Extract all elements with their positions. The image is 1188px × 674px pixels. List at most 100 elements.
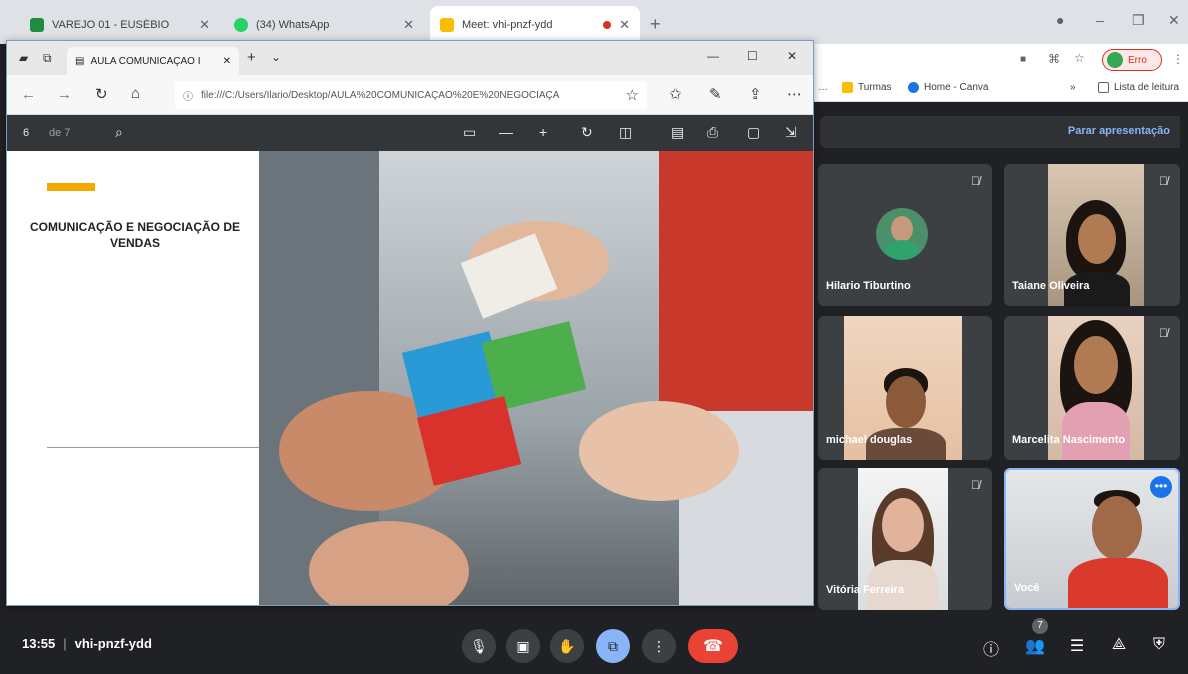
present-now-button[interactable]: ⧉ (596, 629, 630, 663)
meet-controls-bar: 13:55 | vhi-pnzf-ydd 🎙 ▣ ✋ ⧉ ⋮ ☎ ⓘ 👥 ☰ ⟁ ⛨ (0, 612, 1188, 674)
new-tab-button[interactable]: + (650, 14, 661, 35)
participant-name: Vitória Ferreira (826, 584, 905, 596)
grid-icon[interactable]: ⌘ (1048, 52, 1060, 66)
microphone-icon: 🎙 (470, 637, 488, 654)
puzzle-hands-photo (259, 151, 813, 605)
favorites-icon[interactable]: ✩ (669, 85, 682, 103)
chat-icon[interactable]: ☰ (1066, 636, 1088, 656)
new-tab-button[interactable]: + (247, 49, 256, 66)
print-icon[interactable]: ⎙ (707, 124, 718, 141)
meet-icon (440, 18, 454, 32)
pdf-page: COMUNICAÇÃO E NEGOCIAÇÃO DE VENDAS (7, 151, 813, 605)
participant-tile[interactable]: michael douglas (818, 316, 992, 460)
participant-tile[interactable]: 🎙̸ Marcelita Nascimento (1004, 316, 1180, 460)
account-circle-icon[interactable]: ● (1056, 12, 1064, 28)
participant-tile[interactable]: 🎙̸ Vitória Ferreira (818, 468, 992, 610)
reading-list-icon (1098, 82, 1109, 93)
pdf-toolbar: 6 de 7 ⌕ ▭ — + ↻ ◫ ▤ ⎙ ▢ ⇲ (7, 115, 813, 151)
tab-title: AULA COMUNICAÇÃO I (90, 55, 201, 67)
camera-icon[interactable]: ■ (1020, 54, 1026, 65)
share-icon[interactable]: ⇪ (749, 85, 762, 103)
fit-page-icon[interactable]: ▭ (463, 124, 476, 141)
participant-tile[interactable]: 🎙̸ Hilario Tiburtino (818, 164, 992, 306)
info-icon[interactable]: ⓘ (980, 636, 1002, 660)
more-dots-icon[interactable]: ⋯ (787, 85, 802, 103)
forward-arrow-icon[interactable]: → (57, 86, 72, 103)
page-total: de 7 (49, 127, 71, 139)
avatar (1107, 52, 1123, 68)
present-screen-icon: ⧉ (608, 637, 618, 654)
search-icon[interactable]: ⌕ (115, 124, 123, 141)
zoom-out-icon[interactable]: — (499, 124, 513, 140)
back-arrow-icon[interactable]: ← (21, 86, 36, 103)
phone-hangup-icon: ☎ (703, 638, 723, 655)
minimize-button[interactable]: — (707, 49, 719, 63)
close-icon[interactable]: ✕ (403, 17, 414, 33)
participant-name: michael douglas (826, 434, 913, 446)
more-options-button[interactable]: ⋮ (642, 629, 676, 663)
chrome-tab-varejo[interactable]: VAREJO 01 - EUSÉBIO ✕ (20, 6, 220, 44)
menu-dots-icon[interactable]: ⋮ (1172, 52, 1184, 66)
rotate-icon[interactable]: ↻ (581, 124, 593, 141)
vertical-tabs-icon[interactable]: ⧉ (43, 51, 52, 66)
tab-title: Meet: vhi-pnzf-ydd (462, 19, 553, 31)
pin-toolbar-icon[interactable]: ⇲ (785, 124, 797, 141)
bookmark-turmas[interactable]: Turmas (842, 82, 892, 93)
more-vert-icon: ⋮ (652, 637, 666, 654)
more-options-button[interactable]: ••• (1150, 476, 1172, 498)
leave-call-button[interactable]: ☎ (688, 629, 738, 663)
chrome-tab-meet[interactable]: Meet: vhi-pnzf-ydd ✕ (430, 6, 640, 44)
read-aloud-icon[interactable]: ▤ (671, 124, 684, 141)
reading-list-button[interactable]: Lista de leitura (1098, 82, 1179, 93)
home-icon[interactable]: ⌂ (131, 85, 140, 102)
bookmark-label: Turmas (858, 82, 892, 93)
close-icon[interactable]: ✕ (223, 56, 231, 67)
chevron-down-icon[interactable]: ⌄ (271, 50, 281, 64)
close-window-button[interactable]: ✕ (1168, 12, 1180, 29)
tab-title: VAREJO 01 - EUSÉBIO (52, 19, 170, 31)
host-controls-icon[interactable]: ⛨ (1148, 636, 1170, 654)
bookmarks-bar: … Turmas Home - Canva » Lista de leitura (812, 76, 1188, 102)
hand-icon: ✋ (558, 637, 576, 654)
participant-tile[interactable]: 🎙̸ Taiane Oliveira (1004, 164, 1180, 306)
favorite-star-icon[interactable]: ☆ (626, 86, 639, 104)
save-icon[interactable]: ▢ (747, 124, 760, 141)
whatsapp-icon (234, 18, 248, 32)
activities-icon[interactable]: ⟁ (1108, 636, 1130, 654)
pdf-file-icon: ▤ (75, 55, 85, 67)
star-icon[interactable]: ☆ (1074, 51, 1085, 65)
tab-actions-icon[interactable]: ▰ (19, 51, 28, 65)
bookmark-overflow[interactable]: … (818, 82, 828, 93)
page-view-icon[interactable]: ◫ (619, 124, 632, 141)
chrome-toolbar: ■ ⌘ ☆ Erro ⋮ (812, 44, 1188, 76)
maximize-button[interactable]: ☐ (747, 49, 758, 63)
people-icon[interactable]: 👥 (1024, 636, 1046, 656)
divider (47, 447, 259, 448)
avatar (876, 208, 928, 260)
chrome-tab-whatsapp[interactable]: (34) WhatsApp ✕ (224, 6, 424, 44)
minimize-button[interactable]: – (1096, 12, 1104, 28)
stop-presenting-button[interactable]: Parar apresentação (1068, 125, 1170, 137)
close-icon[interactable]: ✕ (199, 17, 210, 33)
sheet-icon (30, 18, 44, 32)
profile-error-button[interactable]: Erro (1102, 49, 1162, 71)
address-field[interactable]: ⓘ file:///C:/Users/Ilario/Desktop/AULA%2… (175, 81, 647, 109)
bookmark-canva[interactable]: Home - Canva (908, 82, 988, 93)
zoom-in-icon[interactable]: + (539, 124, 547, 140)
self-tile[interactable]: ••• Você (1004, 468, 1180, 610)
pen-icon[interactable]: ✎ (709, 85, 722, 103)
mic-off-icon: 🎙̸ (1159, 174, 1168, 188)
restore-button[interactable]: ❐ (1132, 12, 1145, 29)
edge-tab-pdf[interactable]: ▤ AULA COMUNICAÇÃO I ✕ (67, 47, 239, 75)
page-number-input[interactable]: 6 (23, 127, 29, 139)
camera-button[interactable]: ▣ (506, 629, 540, 663)
close-icon[interactable]: ✕ (619, 17, 630, 33)
close-window-button[interactable]: ✕ (787, 49, 797, 63)
meeting-time: 13:55 (22, 636, 56, 651)
bookmark-label: Home - Canva (924, 82, 989, 93)
folder-icon (842, 82, 853, 93)
more-bookmarks-button[interactable]: » (1070, 82, 1076, 93)
raise-hand-button[interactable]: ✋ (550, 629, 584, 663)
microphone-button[interactable]: 🎙 (462, 629, 496, 663)
refresh-icon[interactable]: ↻ (95, 85, 108, 103)
